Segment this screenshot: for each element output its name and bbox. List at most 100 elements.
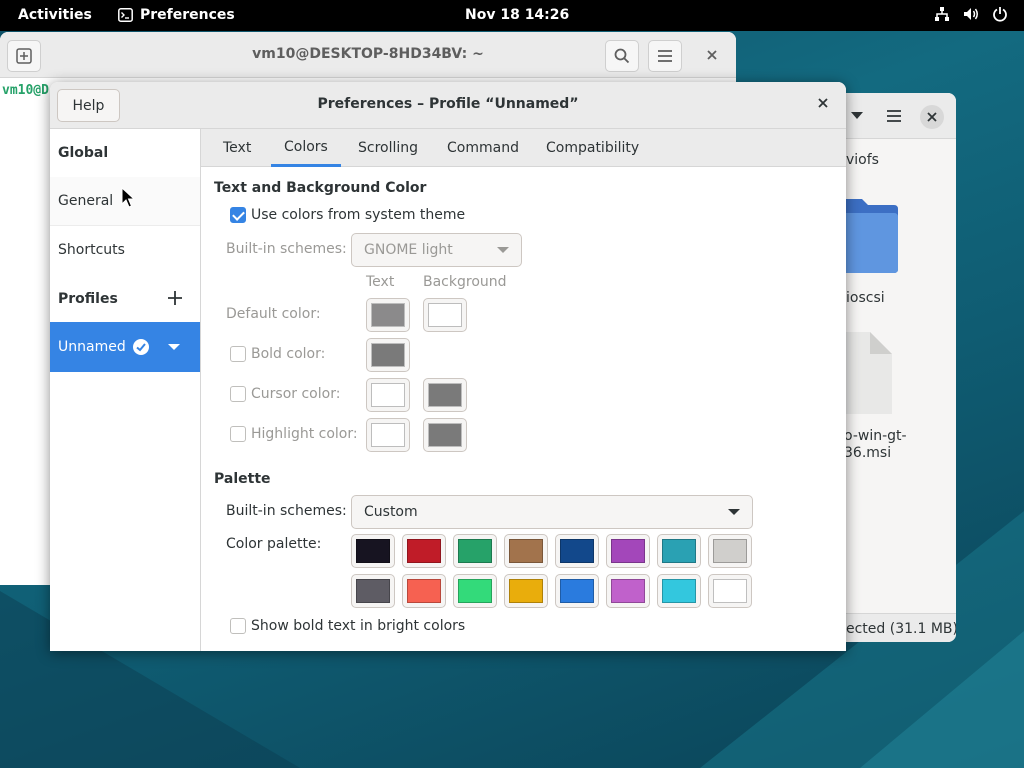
color-swatch: [371, 383, 405, 407]
preferences-dialog: Help Preferences – Profile “Unnamed” Glo…: [50, 82, 846, 651]
cursor-text-color-button[interactable]: [366, 378, 410, 412]
hamburger-icon[interactable]: [886, 109, 902, 123]
combo-value: GNOME light: [364, 242, 453, 258]
palette-color-button[interactable]: [504, 534, 548, 568]
plus-icon: [168, 291, 182, 305]
network-icon: [935, 7, 949, 21]
clock[interactable]: Nov 18 14:26: [465, 7, 569, 23]
search-icon: [614, 48, 630, 64]
color-swatch: [458, 539, 492, 563]
tab-command[interactable]: Command: [434, 129, 532, 167]
file-item-label[interactable]: viofs: [846, 152, 879, 168]
highlight-background-color-button[interactable]: [423, 418, 467, 452]
palette-color-button[interactable]: [453, 534, 497, 568]
add-profile-button[interactable]: [166, 289, 184, 307]
palette-color-button[interactable]: [453, 574, 497, 608]
files-status-bar: ected (31.1 MB): [846, 613, 956, 642]
dialog-close-button[interactable]: [814, 94, 832, 112]
builtin-schemes-combo[interactable]: GNOME light: [351, 233, 522, 267]
checkbox-label: Use colors from system theme: [251, 207, 466, 223]
palette-color-button[interactable]: [606, 534, 650, 568]
document-icon[interactable]: [846, 330, 896, 416]
column-header-text: Text: [366, 274, 395, 290]
palette-color-button[interactable]: [402, 574, 446, 608]
terminal-search-button[interactable]: [605, 40, 639, 72]
palette-color-button[interactable]: [657, 574, 701, 608]
sidebar-item-profile-unnamed[interactable]: Unnamed: [50, 322, 200, 372]
color-swatch: [713, 539, 747, 563]
palette-color-button[interactable]: [504, 574, 548, 608]
mouse-pointer-icon: [121, 187, 135, 208]
palette-color-button[interactable]: [555, 534, 599, 568]
top-bar: Activities Preferences Nov 18 14:26: [0, 0, 1024, 31]
app-menu[interactable]: Preferences: [118, 7, 235, 23]
palette-color-button[interactable]: [555, 574, 599, 608]
default-background-color-button[interactable]: [423, 298, 467, 332]
palette-color-button[interactable]: [657, 534, 701, 568]
color-swatch: [509, 579, 543, 603]
hamburger-icon: [658, 50, 672, 62]
terminal-close-button[interactable]: [705, 48, 719, 66]
sidebar-heading-global: Global: [58, 145, 109, 161]
files-window: viofs ioscsi o-win-gt- 36.msi ected (31.…: [846, 93, 956, 642]
color-swatch: [662, 579, 696, 603]
profiles-heading-label: Profiles: [58, 291, 118, 307]
section-title-palette: Palette: [214, 471, 271, 487]
palette-color-button[interactable]: [402, 534, 446, 568]
chevron-down-icon: [728, 509, 740, 515]
files-headerbar: [846, 93, 956, 139]
sidebar-item-shortcuts[interactable]: Shortcuts: [50, 226, 200, 274]
bold-color-checkbox[interactable]: Bold color:: [230, 346, 325, 362]
app-menu-label: Preferences: [140, 7, 235, 23]
tab-scrolling[interactable]: Scrolling: [345, 129, 431, 167]
bright-bold-checkbox[interactable]: Show bold text in bright colors: [230, 618, 465, 634]
color-swatch: [356, 539, 390, 563]
use-system-colors-checkbox[interactable]: Use colors from system theme: [230, 207, 465, 223]
default-text-color-button[interactable]: [366, 298, 410, 332]
tab-text[interactable]: Text: [210, 129, 264, 167]
color-swatch: [560, 579, 594, 603]
file-item-label[interactable]: ioscsi: [846, 290, 885, 306]
cursor-color-checkbox[interactable]: Cursor color:: [230, 386, 340, 402]
color-swatch: [371, 343, 405, 367]
palette-color-button[interactable]: [351, 574, 395, 608]
default-profile-check-icon: [133, 339, 149, 355]
bold-color-button[interactable]: [366, 338, 410, 372]
terminal-menu-button[interactable]: [648, 40, 682, 72]
color-swatch: [713, 579, 747, 603]
close-icon: [707, 50, 717, 60]
color-swatch: [407, 539, 441, 563]
highlight-text-color-button[interactable]: [366, 418, 410, 452]
file-item-label[interactable]: o-win-gt-: [846, 428, 907, 444]
palette-color-button[interactable]: [351, 534, 395, 568]
folder-icon[interactable]: [846, 193, 902, 275]
palette-color-button[interactable]: [606, 574, 650, 608]
cursor-background-color-button[interactable]: [423, 378, 467, 412]
dialog-title: Preferences – Profile “Unnamed”: [317, 96, 579, 112]
tab-colors[interactable]: Colors: [271, 129, 341, 167]
sidebar-item-label: Shortcuts: [58, 242, 125, 258]
checkbox-label: Bold color:: [251, 346, 326, 362]
palette-builtin-combo[interactable]: Custom: [351, 495, 753, 529]
color-swatch: [371, 303, 405, 327]
tab-compatibility[interactable]: Compatibility: [533, 129, 652, 167]
color-swatch: [356, 579, 390, 603]
color-swatch: [662, 539, 696, 563]
files-view-dropdown[interactable]: [851, 112, 863, 119]
palette-color-button[interactable]: [708, 534, 752, 568]
close-icon: [927, 112, 937, 122]
system-menu[interactable]: [934, 6, 1008, 22]
color-swatch: [560, 539, 594, 563]
volume-icon: [964, 8, 978, 20]
files-close-button[interactable]: [920, 105, 944, 129]
profile-name: Unnamed: [58, 339, 126, 355]
activities-button[interactable]: Activities: [18, 7, 92, 23]
color-swatch: [611, 539, 645, 563]
color-swatch: [407, 579, 441, 603]
selection-status: ected (31.1 MB): [846, 621, 956, 637]
highlight-color-checkbox[interactable]: Highlight color:: [230, 426, 358, 442]
file-item-label[interactable]: 36.msi: [846, 445, 891, 461]
color-swatch: [509, 539, 543, 563]
palette-color-button[interactable]: [708, 574, 752, 608]
profile-menu-button[interactable]: [168, 344, 180, 350]
